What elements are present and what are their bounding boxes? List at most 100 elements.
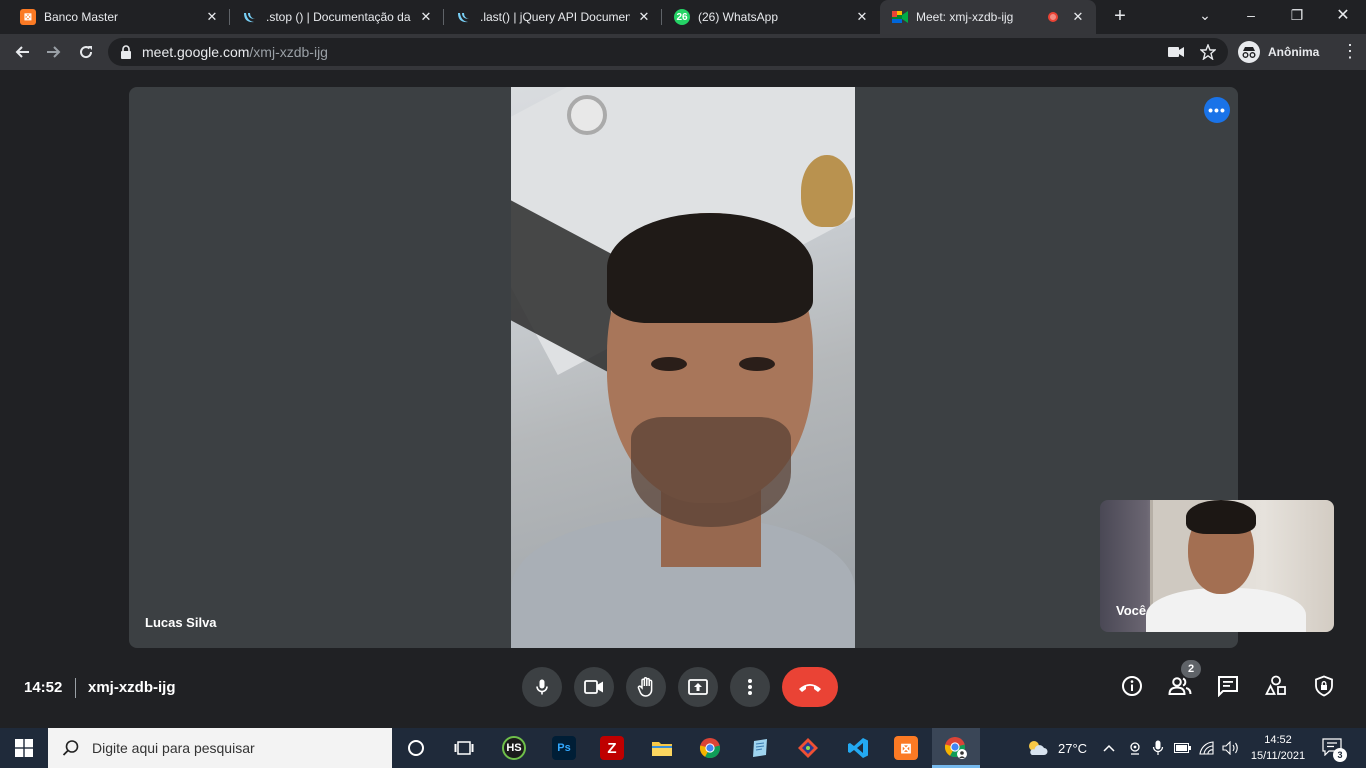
filezilla-icon[interactable]: Z [600,736,624,760]
notification-count-badge: 3 [1333,748,1347,762]
tab-title: Meet: xmj-xzdb-ijg [916,10,1014,24]
chrome-meet-icon[interactable] [944,736,968,760]
address-bar[interactable]: meet.google.com/xmj-xzdb-ijg [108,38,1228,66]
task-view-icon[interactable] [452,736,476,760]
tile-more-options-icon[interactable]: ••• [1204,97,1230,123]
meeting-details-button[interactable] [1118,672,1146,700]
start-button[interactable] [0,728,48,768]
shield-lock-icon [1315,675,1333,697]
tab-banco-master[interactable]: ⊠ Banco Master ✕ [8,0,230,34]
battery-icon[interactable] [1174,728,1192,768]
tab-google-meet[interactable]: Meet: xmj-xzdb-ijg ✕ [880,0,1096,34]
tab-title: (26) WhatsApp [698,10,779,24]
minimize-button[interactable]: – [1228,0,1274,30]
hubspot-icon[interactable]: HS [502,736,526,760]
close-icon[interactable]: ✕ [636,9,652,25]
participant-figure [607,213,813,323]
new-tab-button[interactable]: + [1108,4,1132,28]
chat-button[interactable] [1214,672,1242,700]
xampp-icon: ⊠ [20,9,36,25]
microphone-button[interactable] [522,667,562,707]
weather-temperature: 27°C [1058,740,1088,756]
people-icon [1168,677,1192,695]
jquery-icon [242,9,258,25]
restore-button[interactable]: ❐ [1274,0,1320,30]
leave-call-button[interactable] [782,667,838,707]
chrome-icon[interactable] [698,736,722,760]
more-options-button[interactable] [730,667,770,707]
tab-jquery-stop[interactable]: .stop () | Documentação da A ✕ [230,0,444,34]
arrow-left-icon [15,46,29,58]
participant-figure [651,357,687,371]
weather-widget[interactable]: 27°C [1026,728,1087,768]
present-screen-button[interactable] [678,667,718,707]
participant-figure [739,357,775,371]
microphone-icon [536,679,548,695]
tab-search-chevron-down-icon[interactable]: ⌄ [1182,0,1228,30]
reload-button[interactable] [72,38,100,66]
jquery-icon [456,9,472,25]
taskbar-search-box[interactable]: Digite aqui para pesquisar [48,728,392,768]
hand-icon [637,677,653,697]
close-icon[interactable]: ✕ [204,9,220,25]
search-placeholder: Digite aqui para pesquisar [92,740,255,756]
present-screen-icon [688,679,708,695]
activities-button[interactable] [1262,672,1290,700]
incognito-profile-button[interactable]: Anônima [1232,38,1329,66]
video-background [567,95,607,135]
lock-icon[interactable] [120,45,132,59]
close-icon[interactable]: ✕ [854,9,870,25]
raise-hand-button[interactable] [626,667,666,707]
window-close-button[interactable]: ✕ [1320,0,1366,30]
arrow-right-icon [47,46,61,58]
webcam-in-use-icon[interactable] [1128,728,1142,768]
wifi-icon[interactable] [1199,728,1215,768]
participant-name: Lucas Silva [145,615,217,630]
system-clock[interactable]: 14:52 15/11/2021 [1248,732,1308,764]
camera-button[interactable] [574,667,614,707]
xampp-icon[interactable]: ⊠ [894,736,918,760]
participant-count-badge: 2 [1181,660,1201,678]
browser-menu-icon[interactable]: ⋮ [1340,42,1360,62]
bookmark-star-icon[interactable] [1200,38,1216,66]
meeting-code[interactable]: xmj-xzdb-ijg [88,679,176,696]
git-icon[interactable] [796,736,820,760]
participant-figure [631,417,791,527]
profile-label: Anônima [1268,45,1320,59]
forward-button[interactable] [40,38,68,66]
camera-icon [584,680,603,694]
vscode-icon[interactable] [846,736,870,760]
self-view-tile[interactable]: Você [1100,500,1334,632]
notepad-icon[interactable] [748,736,772,760]
microphone-in-use-icon[interactable] [1152,728,1164,768]
windows-taskbar: Digite aqui para pesquisar HS Ps Z ⊠ 27°… [0,728,1366,768]
google-meet-icon [892,9,908,25]
participant-figure [1146,588,1306,632]
clock-date: 15/11/2021 [1250,750,1306,762]
windows-logo-icon [15,739,33,757]
tab-jquery-last[interactable]: .last() | jQuery API Document ✕ [444,0,662,34]
incognito-icon [1238,41,1260,63]
close-icon[interactable]: ✕ [418,9,434,25]
volume-icon[interactable] [1222,728,1240,768]
activities-shapes-icon [1265,675,1286,695]
host-controls-button[interactable] [1310,672,1338,700]
cortana-icon[interactable] [404,736,428,760]
back-button[interactable] [8,38,36,66]
whatsapp-icon: 26 [674,9,690,25]
meeting-clock: 14:52 [24,679,63,696]
tab-title: .last() | jQuery API Document [480,10,630,24]
recording-indicator-icon [1048,12,1058,22]
tab-title: .stop () | Documentação da A [266,10,412,24]
tab-whatsapp[interactable]: 26 (26) WhatsApp ✕ [662,0,880,34]
hang-up-icon [799,684,821,692]
file-explorer-icon[interactable] [650,736,674,760]
close-icon[interactable]: ✕ [1070,9,1086,25]
partly-cloudy-icon [1029,741,1048,755]
photoshop-icon[interactable]: Ps [552,736,576,760]
participant-figure [1186,500,1256,534]
meet-stage: Lucas Silva ••• Você 14:52 xmj-xzdb-ijg … [0,70,1366,728]
show-hidden-icons-chevron-up-icon[interactable] [1103,728,1115,768]
camera-in-use-icon[interactable] [1168,38,1184,66]
divider [75,678,76,698]
